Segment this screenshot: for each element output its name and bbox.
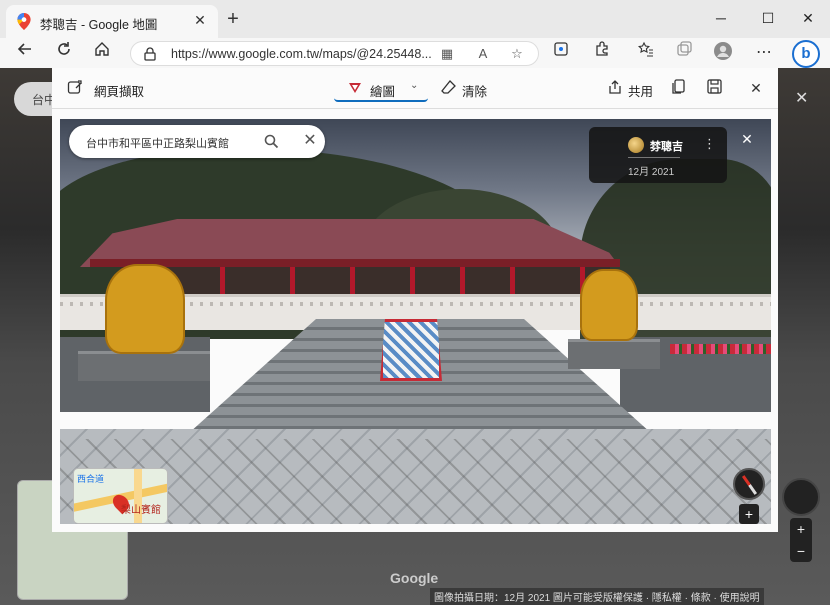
maps-pin-icon [17,13,31,30]
extension-icon[interactable] [549,41,573,65]
minimize-button[interactable]: ─ [711,8,731,28]
favorites-icon[interactable] [634,41,658,65]
menu-icon[interactable]: ⋯ [752,41,776,65]
share-icon[interactable] [606,79,624,97]
streetview-search-box[interactable]: 台中市和平區中正路梨山賓館 ✕ [69,125,325,158]
copy-icon[interactable] [670,79,688,97]
golden-lion-right [580,269,638,341]
eraser-icon[interactable] [440,79,458,97]
tab-close-icon[interactable]: ✕ [191,11,209,29]
home-icon[interactable] [90,41,114,65]
url-text[interactable]: https://www.google.com.tw/maps/@24.25448… [171,47,432,61]
refresh-icon[interactable] [52,41,76,65]
address-bar[interactable]: https://www.google.com.tw/maps/@24.25448… [130,41,539,66]
lion-base-right [568,339,660,369]
new-tab-button[interactable]: + [222,9,244,31]
erase-label[interactable]: 清除 [462,81,487,100]
profile-icon[interactable] [711,41,735,65]
minimap[interactable]: 西合道 梨山賓館 [73,468,168,524]
google-logo: Google [390,570,439,586]
search-icon[interactable] [264,134,279,149]
background-compass-icon[interactable] [782,478,820,516]
streetview-close-icon[interactable]: ✕ [739,131,755,147]
back-icon[interactable] [13,41,37,65]
tab-google-maps[interactable]: 棼聰吉 - Google 地圖 ✕ [6,5,218,38]
capture-close-icon[interactable]: ✕ [747,79,765,97]
golden-lion-left [105,264,185,354]
search-query[interactable]: 台中市和平區中正路梨山賓館 [86,135,229,151]
tab-bar: 棼聰吉 - Google 地圖 ✕ + ─ ☐ ✕ [0,0,830,38]
extensions-icon[interactable] [590,41,614,65]
web-capture-title: 網頁擷取 [94,85,145,99]
minimap-road-label: 西合道 [77,474,105,484]
zoom-in-button[interactable]: + [739,504,759,524]
share-label[interactable]: 共用 [628,81,653,100]
roof-edge [90,259,620,267]
favorite-icon[interactable]: ☆ [509,46,525,62]
collections-icon[interactable] [672,41,696,65]
minimap-place-label: 梨山賓館 [121,505,161,516]
background-close-icon[interactable]: ✕ [795,88,808,108]
maximize-button[interactable]: ☐ [758,8,778,28]
bing-chat-button[interactable]: b [792,40,820,68]
lock-icon[interactable] [143,47,157,61]
contributor-name[interactable]: 棼聰吉 [650,138,683,154]
more-options-icon[interactable]: ⋮ [703,136,716,152]
background-zoom-controls[interactable]: + − [790,518,812,562]
red-carpet [380,319,442,381]
flower-bed [670,344,771,354]
clear-search-icon[interactable]: ✕ [301,131,319,151]
tab-title: 棼聰吉 - Google 地圖 [40,18,158,32]
chevron-down-icon[interactable]: ⌄ [410,80,418,91]
browser-toolbar: https://www.google.com.tw/maps/@24.25448… [0,38,830,68]
web-capture-icon [66,79,84,97]
save-icon[interactable] [705,79,723,97]
contributor-avatar[interactable] [628,137,644,153]
background-footer: 圖像拍攝日期：12月 2021 圖片可能受版權保護 · 隱私權 · 條款 · 使… [430,588,764,605]
read-aloud-icon[interactable]: A [475,46,491,62]
contributor-date: 12月 2021 [628,167,675,178]
contributor-card: 棼聰吉 ⋮ 12月 2021 [589,127,727,183]
window-close-button[interactable]: ✕ [798,8,818,28]
lion-base-left [78,351,210,381]
draw-button[interactable]: 繪圖 ⌄ [334,74,428,102]
apps-icon[interactable]: ▦ [439,46,455,62]
background-zoom-in-button[interactable]: + [790,518,812,540]
draw-label: 繪圖 [370,85,396,99]
compass-icon[interactable] [733,468,765,500]
web-capture-toolbar: 網頁擷取 繪圖 ⌄ 清除 共用 ✕ [52,68,778,109]
draw-pen-icon [349,83,361,93]
divider [628,157,680,158]
background-zoom-out-button[interactable]: − [790,540,812,562]
